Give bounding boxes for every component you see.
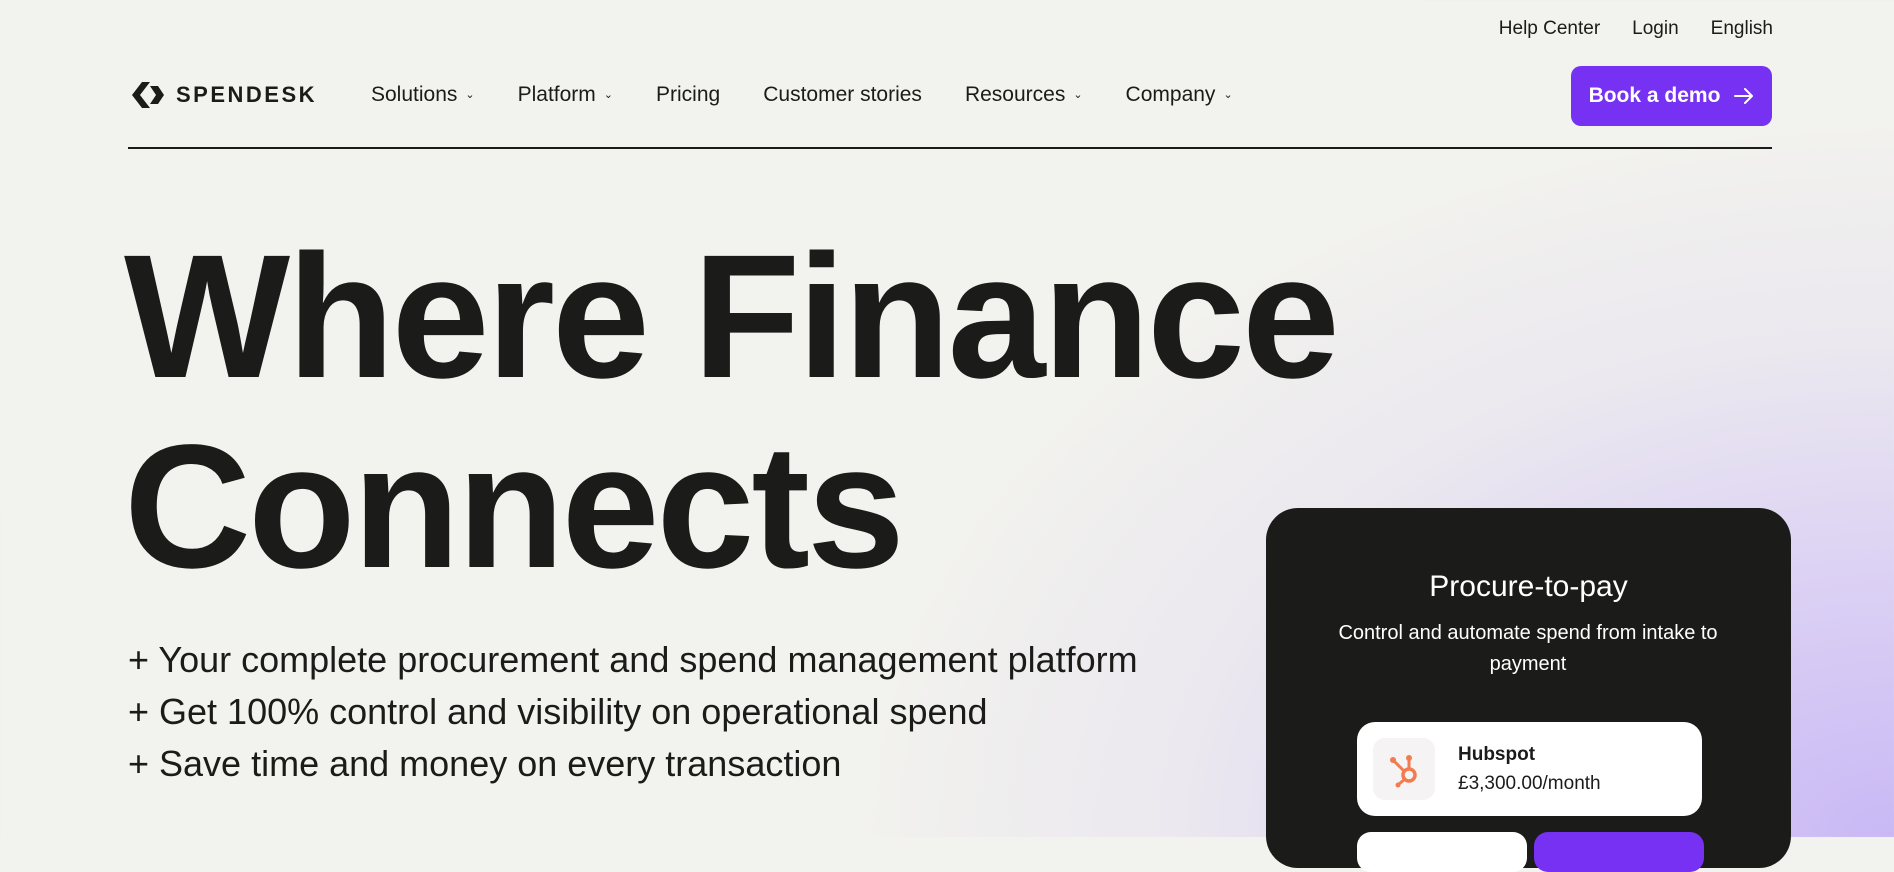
card-primary-button[interactable] <box>1534 832 1704 872</box>
card-description: Control and automate spend from intake t… <box>1338 622 1718 675</box>
utility-nav: Help Center Login English <box>1499 18 1773 40</box>
procure-to-pay-card: Procure-to-pay Control and automate spen… <box>1266 508 1791 872</box>
nav-solutions[interactable]: Solutions ⌄ <box>371 83 475 107</box>
vendor-item[interactable]: Hubspot £3,300.00/month <box>1357 722 1702 816</box>
header-divider <box>128 147 1772 149</box>
nav-solutions-label: Solutions <box>371 83 458 106</box>
nav-company[interactable]: Company ⌄ <box>1126 83 1233 107</box>
chevron-down-icon: ⌄ <box>1073 88 1083 101</box>
chevron-down-icon: ⌄ <box>465 88 475 101</box>
hero-title: Where Finance Connects <box>124 219 1340 605</box>
hero-bullet: + Save time and money on every transacti… <box>128 743 842 784</box>
hero-title-line-2: Connects <box>124 409 905 605</box>
nav-customer-stories-label: Customer stories <box>763 83 922 106</box>
login-link[interactable]: Login <box>1632 18 1679 40</box>
nav-pricing[interactable]: Pricing <box>656 83 720 107</box>
brand-name: SPENDESK <box>176 82 318 107</box>
nav-customer-stories[interactable]: Customer stories <box>763 83 922 107</box>
main-nav: Solutions ⌄ Platform ⌄ Pricing Customer … <box>371 83 1233 107</box>
help-center-link[interactable]: Help Center <box>1499 18 1600 40</box>
hero-bullet: + Get 100% control and visibility on ope… <box>128 691 988 732</box>
hero-title-line-1: Where Finance <box>124 219 1340 415</box>
vendor-name: Hubspot <box>1458 744 1536 765</box>
vendor-price: £3,300.00/month <box>1458 773 1601 794</box>
language-selector[interactable]: English <box>1711 18 1773 40</box>
arrow-right-icon <box>1734 88 1754 104</box>
hero-bullets: + Your complete procurement and spend ma… <box>128 634 1138 790</box>
spendesk-chevron-logo-icon <box>132 82 164 108</box>
hubspot-logo-icon <box>1373 738 1435 800</box>
book-demo-button[interactable]: Book a demo <box>1571 66 1772 126</box>
chevron-down-icon: ⌄ <box>603 88 614 101</box>
nav-pricing-label: Pricing <box>656 83 721 106</box>
nav-platform[interactable]: Platform ⌄ <box>518 83 613 107</box>
nav-company-label: Company <box>1125 83 1216 106</box>
card-secondary-button[interactable] <box>1357 832 1527 872</box>
nav-resources-label: Resources <box>964 83 1066 106</box>
book-demo-label: Book a demo <box>1588 84 1721 107</box>
card-title: Procure-to-pay <box>1429 570 1628 603</box>
hero-bullet: + Your complete procurement and spend ma… <box>128 639 1138 680</box>
chevron-down-icon: ⌄ <box>1223 88 1233 101</box>
nav-resources[interactable]: Resources ⌄ <box>965 83 1083 107</box>
spendesk-logo[interactable]: SPENDESK <box>128 80 317 110</box>
nav-platform-label: Platform <box>517 83 596 106</box>
